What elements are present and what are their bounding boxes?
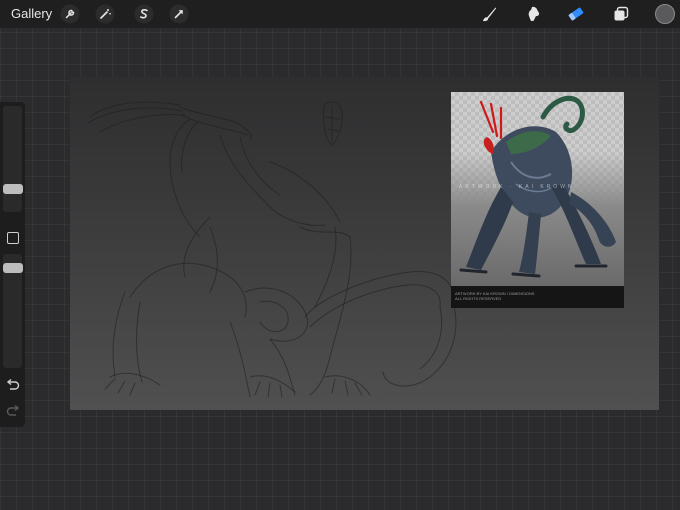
reference-footer: ARTWORK BY KAI KROWN / DIMENSIONS ALL RI… [451, 286, 624, 308]
color-picker-button[interactable] [655, 4, 675, 24]
reference-caption: ARTWORK BY KAI KROWN / DIMENSIONS ALL RI… [455, 291, 534, 301]
caption-line-2: ALL RIGHTS RESERVED [455, 296, 502, 301]
layers-icon[interactable] [611, 4, 631, 24]
selection-icon[interactable] [134, 4, 154, 24]
magic-wand-icon[interactable] [95, 4, 115, 24]
brush-icon[interactable] [479, 4, 499, 24]
reference-image[interactable]: ARTWORK · KAI KROWN ARTWORK BY KAI KROWN… [451, 92, 624, 308]
smudge-icon[interactable] [524, 4, 544, 24]
drawing-canvas[interactable]: ARTWORK · KAI KROWN ARTWORK BY KAI KROWN… [70, 77, 659, 410]
wrench-icon[interactable] [60, 4, 80, 24]
top-toolbar: Gallery [0, 0, 680, 28]
transform-icon[interactable] [169, 4, 189, 24]
reference-watermark: ARTWORK · KAI KROWN [459, 184, 575, 190]
brush-size-slider[interactable] [3, 184, 23, 194]
reference-artwork: ARTWORK · KAI KROWN [451, 92, 624, 286]
gallery-button[interactable]: Gallery [11, 6, 52, 21]
redo-icon[interactable] [5, 404, 21, 418]
left-sidebar [0, 102, 25, 427]
undo-icon[interactable] [5, 378, 21, 392]
brush-size-track[interactable] [3, 106, 22, 212]
modify-button[interactable] [7, 232, 19, 244]
eraser-icon[interactable] [566, 4, 586, 24]
opacity-slider[interactable] [3, 263, 23, 273]
